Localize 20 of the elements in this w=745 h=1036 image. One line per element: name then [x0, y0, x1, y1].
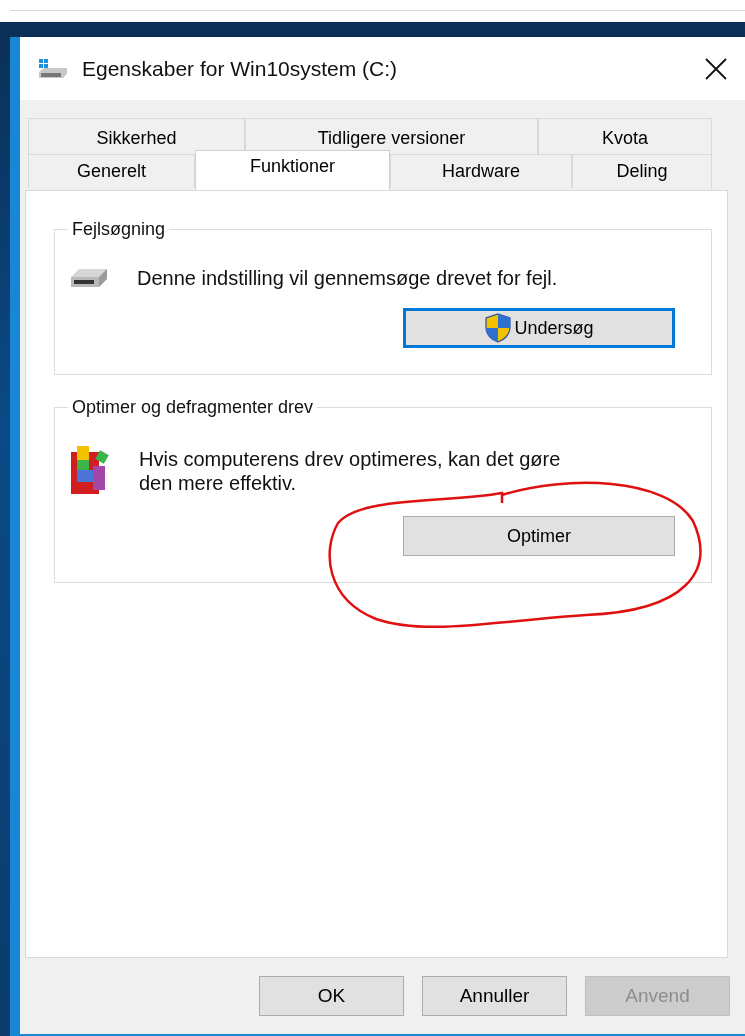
tab[interactable]: Kvota [538, 118, 712, 154]
description-text: Denne indstilling vil gennemsøge drevet for fejl. [137, 266, 558, 290]
tab[interactable]: Sikkerhed [28, 118, 245, 154]
action-button[interactable]: Optimer [403, 516, 675, 556]
tab[interactable]: Generelt [28, 154, 195, 188]
description-text: Hvis computerens drev optimeres, kan det gøre den mere effektiv. [139, 447, 562, 495]
dialog-button[interactable]: OK [259, 976, 404, 1016]
drive-icon [69, 267, 109, 289]
shield-icon [484, 313, 513, 343]
tab[interactable]: Funktioner [195, 150, 390, 190]
group-title: Fejlsøgning [71, 219, 167, 240]
action-button[interactable]: Undersøg [403, 308, 675, 348]
dialog-button[interactable]: Annuller [422, 976, 567, 1016]
drive-icon [38, 57, 68, 80]
tab[interactable]: Tidligere versioner [245, 118, 538, 154]
tab[interactable]: Deling [572, 154, 712, 188]
group-title: Optimer og defragmenter drev [71, 397, 315, 418]
close-icon[interactable] [705, 57, 727, 80]
window-title: Egenskaber for Win10system (C:) [82, 56, 399, 81]
tab[interactable]: Hardware [390, 154, 572, 188]
